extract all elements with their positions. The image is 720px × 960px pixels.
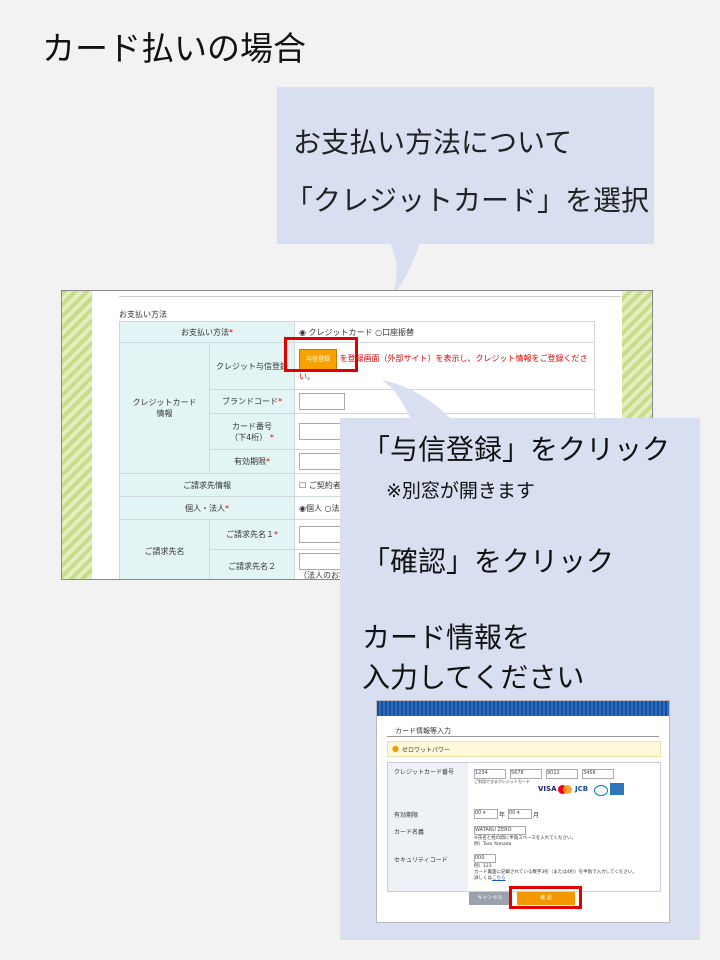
jcb-icon: JCB <box>575 785 589 793</box>
card-number-label: クレジットカード番号 <box>394 769 455 776</box>
callout-line-2: 「クレジットカード」を選択 <box>285 184 650 217</box>
security-code-label: セキュリティコード <box>394 857 448 864</box>
expiry-month-select[interactable]: 00 ▾ <box>474 809 498 819</box>
card-number-input-1[interactable]: 1234 <box>474 769 506 779</box>
option-credit-label: クレジットカード <box>308 327 373 337</box>
card-note: ご利用できるクレジットカード <box>474 779 530 784</box>
radio-corp[interactable]: ○ <box>325 504 332 513</box>
card-number-input[interactable] <box>299 423 345 440</box>
card-number-label: カード番号 （下4桁） * <box>209 413 295 450</box>
card-name-input[interactable]: WATARU ZERO <box>474 826 526 835</box>
yoshin-instructions: 登録画面（外部サイト）を表示し、クレジット情報をご登録くださ <box>347 354 588 363</box>
page-title: カード払いの場合 <box>42 29 306 68</box>
step-card-info-2: 入力してください <box>362 661 585 694</box>
billing-name2-label: ご請求先名２ <box>209 549 295 579</box>
diners-icon <box>594 785 608 796</box>
security-code-input[interactable]: 000 <box>474 854 496 863</box>
credit-card-group-label: クレジットカード 情報 <box>119 342 210 474</box>
yoshin-label: クレジット与信登録 <box>209 342 295 390</box>
highlight-yoshin-button <box>284 337 358 372</box>
card-info-grid: クレジットカード番号 1234 5678 9012 3456 ご利用できるクレジ… <box>387 762 661 892</box>
radio-personal[interactable]: ◉ <box>299 504 306 513</box>
card-name-label: カード名義 <box>394 829 425 836</box>
radio-bank-transfer[interactable]: ○ <box>375 328 382 337</box>
visa-icon: VISA <box>538 785 557 793</box>
expiry-label: 有効期限* <box>209 449 295 474</box>
card-number-input-3[interactable]: 9012 <box>546 769 578 779</box>
option-bank-label: 口座振替 <box>382 327 415 337</box>
cancel-button[interactable]: キャンセル <box>469 892 511 905</box>
billing-name1-input[interactable] <box>299 526 345 543</box>
step-yoshin: 「与信登録」をクリック <box>362 433 671 466</box>
provider-icon: ● <box>392 744 399 753</box>
mastercard-icon <box>558 785 572 794</box>
expiry-year-select[interactable]: 00 ▾ <box>508 809 532 819</box>
billing-name-group-label: ご請求先名 <box>119 519 210 579</box>
brand-code-input[interactable] <box>299 393 345 410</box>
card-number-input-2[interactable]: 5678 <box>510 769 542 779</box>
step-yoshin-note: ※別窓が開きます <box>386 480 535 502</box>
step-card-info-1: カード情報を <box>362 621 531 654</box>
card-info-heading: カード情報等入力 <box>395 727 451 735</box>
billing-name1-label: ご請求先名１* <box>209 519 295 550</box>
personal-corp-label: 個人・法人* <box>119 496 295 520</box>
expiry-label: 有効期限 <box>394 812 419 819</box>
billing-same-checkbox[interactable]: ☐ <box>299 481 306 490</box>
step-confirm: 「確認」をクリック <box>362 545 615 578</box>
callout-select-credit-card: お支払い方法について 「クレジットカード」を選択 <box>277 87 654 244</box>
brand-code-label: ブランドコード* <box>209 389 295 414</box>
radio-credit-card[interactable]: ◉ <box>299 328 306 337</box>
billing-info-label: ご請求先情報 <box>119 473 295 497</box>
card-number-input-4[interactable]: 3456 <box>582 769 614 779</box>
window-header-bar <box>377 701 669 716</box>
expiry-input[interactable] <box>299 453 345 470</box>
payment-method-label: お支払い方法* <box>119 321 295 343</box>
callout-tail <box>382 380 450 418</box>
highlight-confirm-button <box>509 886 582 909</box>
security-help-link[interactable]: こちら <box>492 876 506 881</box>
provider-panel: ● ゼロワットパワー <box>387 741 661 757</box>
section-title: お支払い方法 <box>119 310 167 319</box>
billing-name2-input[interactable] <box>299 552 345 570</box>
provider-name: ゼロワットパワー <box>402 747 451 754</box>
amex-icon <box>610 783 624 795</box>
callout-line-1: お支払い方法について <box>293 126 573 159</box>
